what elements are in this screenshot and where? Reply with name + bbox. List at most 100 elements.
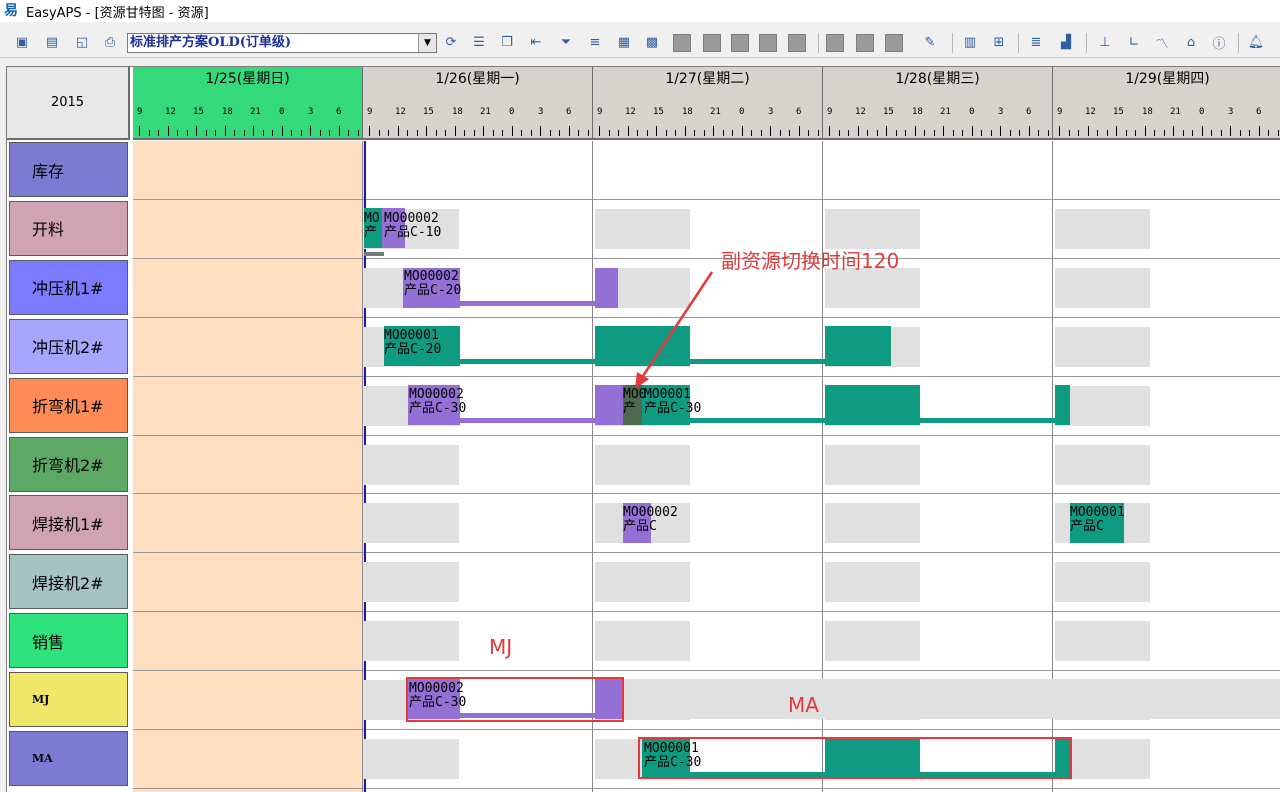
hour-tick (637, 130, 638, 136)
hour-tick (1230, 126, 1231, 136)
hour-tick (732, 130, 733, 136)
hour-tick (838, 130, 840, 136)
gray-block-icon[interactable] (673, 34, 691, 52)
hour-tick (587, 130, 589, 136)
hour-tick (646, 130, 648, 136)
hour-tick (177, 130, 178, 136)
task-bar[interactable] (1055, 385, 1070, 425)
task-bar[interactable] (595, 326, 690, 366)
gray-block-icon[interactable] (703, 34, 721, 52)
task-bar[interactable] (825, 385, 920, 425)
save-icon[interactable]: ▣ (12, 32, 32, 52)
hour-tick (1059, 126, 1060, 136)
hour-tick (435, 130, 437, 136)
work-calendar-slot (825, 503, 920, 544)
preview-icon[interactable]: ◱ (72, 32, 92, 52)
hour-tick (599, 126, 600, 136)
resource-row-header[interactable]: 销售 (9, 613, 128, 669)
task-bar[interactable] (825, 326, 891, 366)
bar-chart-icon[interactable]: ▟ (1056, 32, 1076, 52)
work-calendar-slot (825, 208, 920, 249)
resource-row-header[interactable]: 折弯机1# (9, 377, 128, 433)
hour-tick (924, 130, 925, 136)
hour-tick (952, 130, 954, 136)
work-calendar-slot (364, 503, 459, 544)
work-calendar-slot (595, 444, 690, 485)
align-icon[interactable]: ≡ (585, 32, 605, 52)
line-chart-icon[interactable]: 〽 (1152, 32, 1172, 52)
lines-icon[interactable]: ≣ (1026, 32, 1046, 52)
info-icon[interactable]: ⓘ (1209, 32, 1229, 52)
home-icon[interactable]: ⌂ (1181, 32, 1201, 52)
resource-row-header[interactable]: 冲压机1# (9, 259, 128, 315)
task-label: MO0001 产品C-30 (644, 387, 702, 416)
hour-tick-labels: 9 12 15 18 21 0 3 6 (593, 107, 822, 119)
report-icon[interactable]: ▥ (960, 32, 980, 52)
work-calendar-slot (595, 621, 690, 662)
hour-tick (1163, 130, 1165, 136)
hour-tick (933, 130, 935, 136)
hour-tick (1173, 126, 1174, 136)
hour-tick (857, 126, 859, 136)
hour-tick (1277, 130, 1279, 136)
resource-row-header[interactable]: 焊接机1# (9, 495, 128, 551)
resource-row-header[interactable]: MJ (9, 672, 128, 728)
printer-setup-icon[interactable]: ⎙ (100, 32, 120, 52)
hour-tick (329, 130, 330, 136)
hour-tick (1258, 126, 1260, 136)
scheme-select-value: 标准排产方案OLD(订单级) (130, 35, 292, 50)
page-icon[interactable]: ▦ (614, 32, 634, 52)
resource-row-header[interactable]: 冲压机2# (9, 318, 128, 374)
hour-tick (139, 126, 140, 136)
resource-row-header[interactable]: 库存 (9, 142, 128, 197)
indent-icon[interactable]: ⇤ (526, 32, 546, 52)
hour-tick (1068, 130, 1070, 136)
hour-tick (397, 126, 399, 136)
resource-row-header[interactable]: 焊接机2# (9, 554, 128, 610)
day-header: 1/27(星期二) 9 12 15 18 21 0 3 6 (593, 67, 823, 140)
gray-block-icon[interactable] (759, 34, 777, 52)
chart-icon[interactable]: ▩ (642, 32, 662, 52)
resource-name: 焊接机1# (32, 514, 104, 534)
resource-name: MJ (32, 693, 50, 707)
funnel-icon[interactable]: ⏷ (556, 32, 576, 52)
edit-icon[interactable]: ✎ (920, 32, 940, 52)
bell-icon[interactable]: 🔔︎ (1246, 32, 1266, 52)
hour-tick-label: 3 (1228, 107, 1234, 117)
hour-tick-label: 21 (480, 107, 491, 117)
print-icon[interactable]: ▤ (42, 32, 62, 52)
copy-icon[interactable]: ❐ (497, 32, 517, 52)
resource-row-header[interactable]: 折弯机2# (9, 436, 128, 492)
gray-block-icon[interactable] (856, 34, 874, 52)
gray-block-icon[interactable] (826, 34, 844, 52)
past-time-area (133, 141, 364, 792)
task-label: MO00001 产品C (1070, 505, 1125, 534)
resource-name: 库存 (32, 161, 65, 181)
work-calendar-slot (1055, 562, 1150, 603)
resource-name: 折弯机1# (32, 397, 104, 417)
task-bar[interactable] (595, 268, 618, 308)
gray-block-icon[interactable] (885, 34, 903, 52)
scheme-select[interactable]: 标准排产方案OLD(订单级) ▼ (127, 33, 437, 53)
chevron-down-icon[interactable]: ▼ (418, 34, 436, 52)
gray-block-icon[interactable] (731, 34, 749, 52)
resource-row-header[interactable]: 开料 (9, 200, 128, 256)
filter-icon[interactable]: ☰ (469, 32, 489, 52)
hour-tick (971, 126, 973, 136)
work-calendar-slot (595, 208, 690, 249)
task-bar[interactable] (595, 385, 623, 425)
hour-tick (1249, 130, 1250, 136)
resource-row-header[interactable]: MA (9, 731, 128, 786)
axis-icon[interactable]: ⊥ (1095, 32, 1115, 52)
gray-block-icon[interactable] (788, 34, 806, 52)
grid-icon[interactable]: ⊞ (989, 32, 1009, 52)
hour-ticks (593, 124, 822, 136)
hour-tick (1087, 126, 1089, 136)
hour-tick-label: 21 (940, 107, 951, 117)
hour-tick-label: 12 (395, 107, 406, 117)
refresh-icon[interactable]: ⟳ (441, 32, 461, 52)
hour-tick-label: 9 (827, 107, 833, 117)
axis-icon[interactable]: ∟ (1124, 32, 1144, 52)
hour-tick (981, 130, 982, 136)
hour-tick (1220, 130, 1222, 136)
